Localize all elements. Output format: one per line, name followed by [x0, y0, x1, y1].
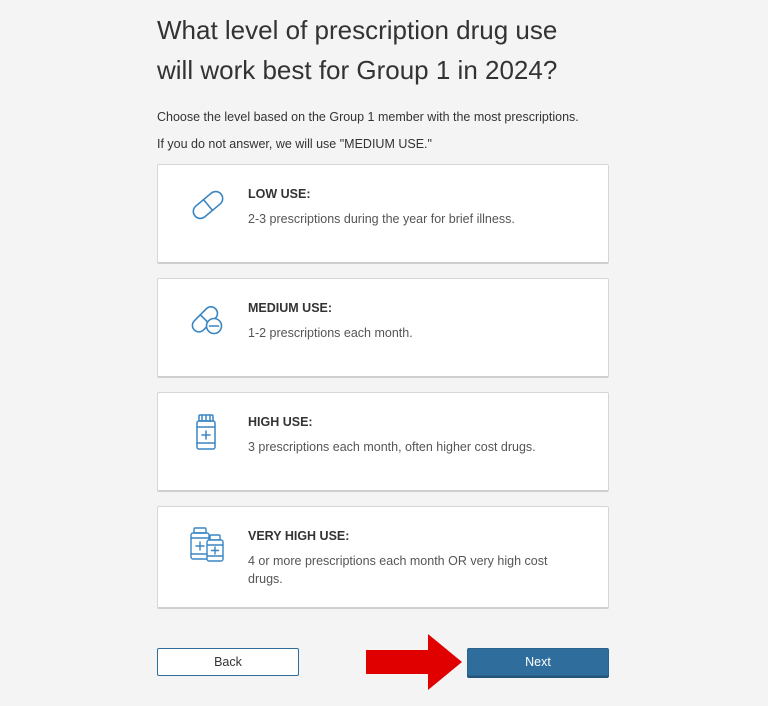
option-description: 3 prescriptions each month, often higher… [248, 440, 536, 454]
option-very-high-use[interactable]: VERY HIGH USE: 4 or more prescriptions e… [157, 506, 609, 609]
option-description: 1-2 prescriptions each month. [248, 326, 413, 340]
option-label: VERY HIGH USE: [248, 529, 350, 543]
option-medium-use[interactable]: MEDIUM USE: 1-2 prescriptions each month… [157, 278, 609, 378]
option-label: HIGH USE: [248, 415, 313, 429]
title-line-2: will work best for Group 1 in 2024? [157, 55, 558, 85]
usage-options: LOW USE: 2-3 prescriptions during the ye… [157, 164, 609, 609]
pill-bottle-icon [188, 413, 228, 453]
option-description: 4 or more prescriptions each month OR ve… [248, 554, 548, 586]
option-low-use[interactable]: LOW USE: 2-3 prescriptions during the ye… [157, 164, 609, 264]
option-label: MEDIUM USE: [248, 301, 333, 315]
back-button[interactable]: Back [157, 648, 299, 676]
option-description: 2-3 prescriptions during the year for br… [248, 212, 515, 226]
red-arrow-icon [366, 634, 462, 690]
page-title: What level of prescription drug use will… [157, 10, 609, 90]
next-button[interactable]: Next [467, 648, 609, 676]
option-high-use[interactable]: HIGH USE: 3 prescriptions each month, of… [157, 392, 609, 492]
title-line-1: What level of prescription drug use [157, 15, 558, 45]
default-note: If you do not answer, we will use "MEDIU… [157, 137, 432, 151]
instruction-text: Choose the level based on the Group 1 me… [157, 110, 579, 124]
option-label: LOW USE: [248, 187, 311, 201]
capsule-icon [188, 185, 228, 225]
capsule-pill-icon [188, 299, 228, 339]
question-container: What level of prescription drug use will… [157, 0, 609, 623]
two-pill-bottles-icon [188, 527, 228, 567]
